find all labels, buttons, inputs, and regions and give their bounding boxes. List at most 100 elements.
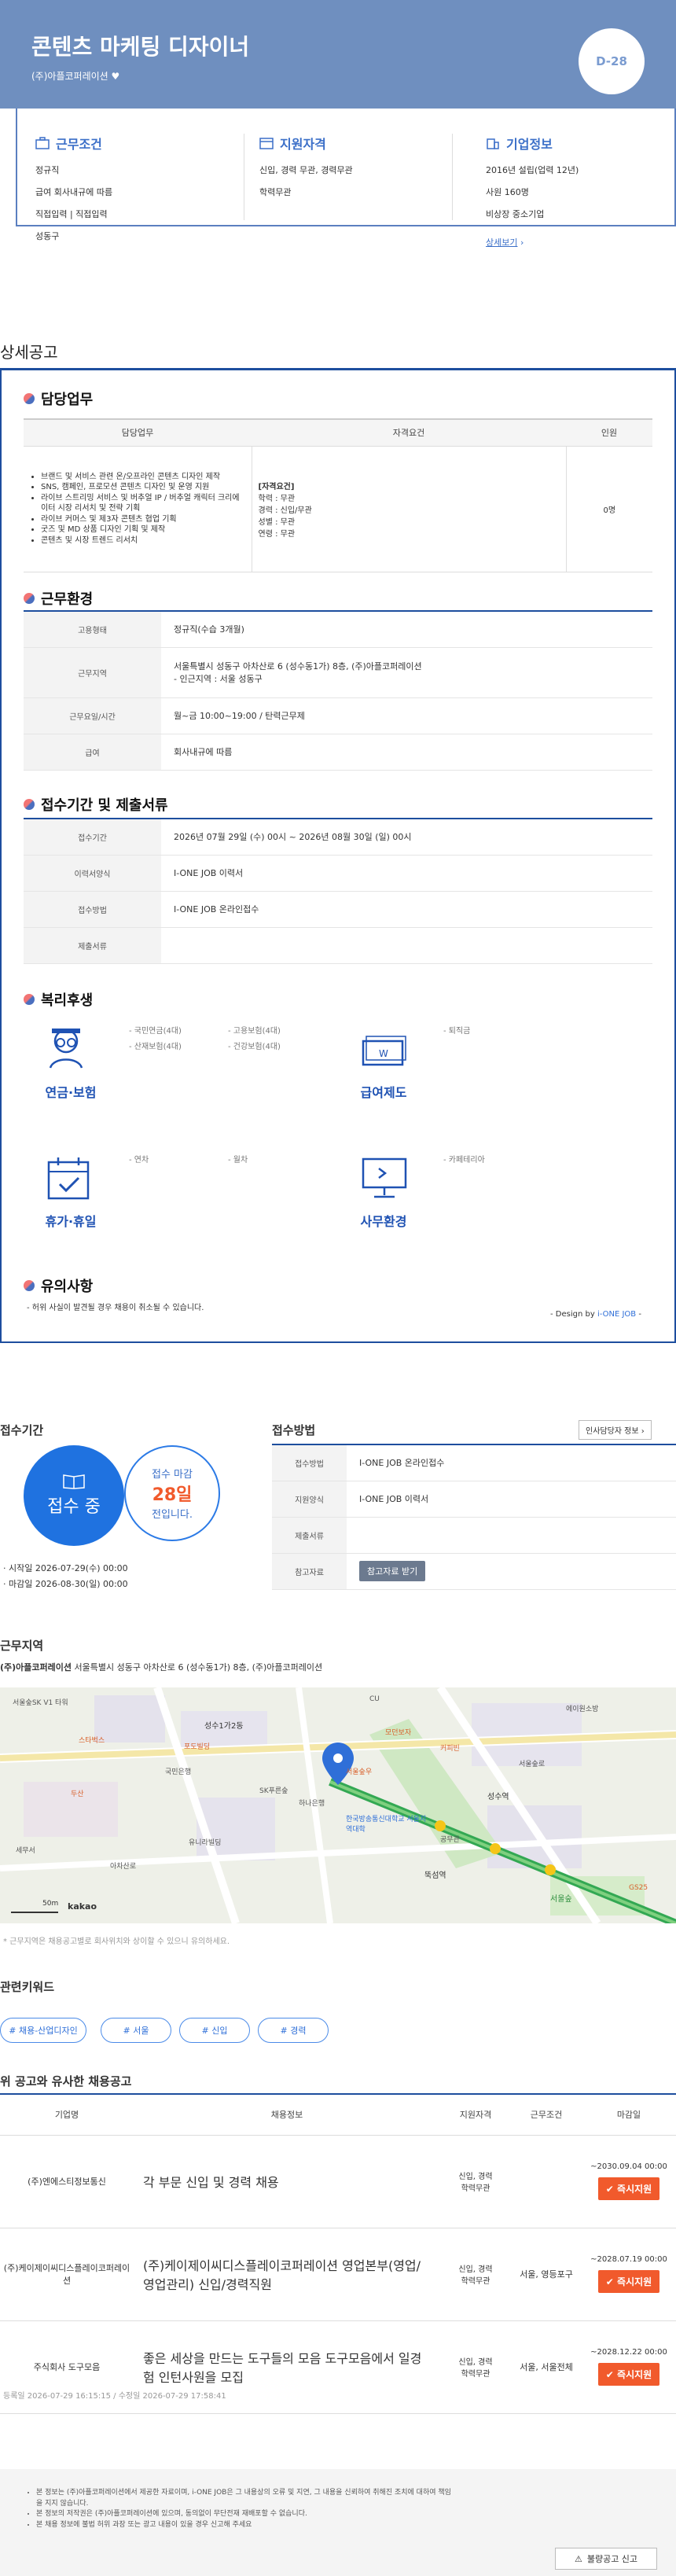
chevron-right-icon: ›: [520, 237, 524, 248]
receipt-label: 접수방법: [24, 891, 161, 928]
duty-cell: 브랜드 및 서비스 관련 온/오프라인 콘텐츠 디자인 제작 SNS, 캠페인,…: [24, 446, 252, 572]
status-text: 접수 중: [47, 1497, 101, 1517]
monitor-icon: [360, 1156, 409, 1202]
similar-deadline: ~2030.09.04 00:00: [590, 2162, 667, 2171]
welfare-item: - 카페테리아: [443, 1156, 485, 1165]
company-employees: 사원 160명: [486, 187, 529, 197]
env-label: 고용형태: [24, 611, 161, 648]
map-canvas: [0, 1687, 676, 1923]
conditions-title: 근무조건: [56, 137, 102, 152]
map-label: 하나은행: [299, 1800, 325, 1808]
map-logo: kakao: [68, 1901, 97, 1912]
company-info-title: 기업정보: [506, 137, 553, 152]
headcount: 0명: [566, 446, 652, 572]
siren-icon: ⚠: [574, 2553, 582, 2564]
map-label: 성수1가2동: [204, 1722, 244, 1731]
download-reference-button[interactable]: 참고자료 받기: [359, 1561, 426, 1581]
duty-table: 담당업무자격요건인원 브랜드 및 서비스 관련 온/오프라인 콘텐츠 디자인 제…: [24, 418, 652, 572]
location-note: * 근무지역은 채용공고별로 회사위치와 상이할 수 있으니 유의하세요.: [3, 1938, 230, 1946]
method-value: I-ONE JOB 온라인접수: [347, 1444, 676, 1481]
bullet-icon: [24, 593, 35, 604]
company-name[interactable]: (주)아플코퍼레이션 ♥: [31, 69, 119, 83]
apply-now-button[interactable]: ✔ 즉시지원: [597, 2270, 660, 2293]
divider: [452, 134, 453, 220]
check-icon: ✔: [605, 2276, 614, 2287]
cond-header: 근무조건: [511, 2094, 582, 2136]
report-button[interactable]: ⚠ 불량공고 신고: [555, 2548, 657, 2570]
receipt-label: 이력서양식: [24, 855, 161, 892]
keyword-tag[interactable]: # 채용-산업디자인: [0, 2018, 86, 2043]
company-founded: 2016년 설립(업력 12년): [486, 165, 579, 175]
map-label: 스타벅스: [79, 1737, 105, 1745]
qual-item: 연령 : 무관: [258, 529, 296, 539]
env-value: 서울특별시 성동구 아차산로 6 (성수동1가) 8층, (주)아플코퍼레이션 -…: [161, 647, 652, 698]
education-requirement: 학력무관: [259, 187, 292, 197]
qual-cell: [자격요건] 학력 : 무관 경력 : 신입/무관 성별 : 무관 연령 : 무…: [251, 446, 567, 572]
bullet-icon: [24, 1280, 35, 1291]
map-label: 아차산로: [110, 1863, 137, 1871]
apply-now-button[interactable]: ✔ 즉시지원: [597, 2363, 660, 2386]
deadline-circle: 접수 마감 28일 전입니다.: [124, 1445, 220, 1541]
location-address: (주)아플코퍼레이션 서울특별시 성동구 아차산로 6 (성수동1가) 8층, …: [0, 1662, 323, 1673]
map-label: 커피빈: [440, 1745, 460, 1753]
receipt-value: [161, 927, 652, 964]
insurance-icon: [41, 1025, 91, 1072]
address-line: 서울특별시 성동구 아차산로 6 (성수동1가) 8층, (주)아플코퍼레이션: [174, 661, 422, 672]
similar-job-title[interactable]: 각 부문 신입 및 경력 채용: [134, 2135, 440, 2228]
similar-cond: 서울, 서울전체: [511, 2320, 582, 2414]
duty-item: 라이브 커머스 및 제3자 콘텐츠 협업 기획: [41, 514, 245, 525]
welfare-item: - 고용보험(4대): [228, 1027, 281, 1036]
map-label: 세무서: [16, 1847, 35, 1855]
notice-line: 본 정보의 저작권은 (주)아플코퍼레이션에 있으며, 동의없이 무단전재 재배…: [36, 2509, 453, 2520]
map-label: 유니라빌딩: [189, 1839, 222, 1847]
heart-icon[interactable]: ♥: [112, 71, 120, 82]
welfare-item: - 건강보험(4대): [228, 1043, 281, 1051]
conditions-block: 근무조건 정규직 급여 회사내규에 따름 직접입력 | 직접입력 성동구: [35, 134, 232, 252]
map-label: SK푸른숲: [259, 1787, 288, 1795]
similar-company[interactable]: (주)엔에스티정보통신: [0, 2135, 134, 2228]
keyword-tag[interactable]: # 서울: [101, 2018, 171, 2043]
map-label: 서울숲: [550, 1895, 572, 1904]
company-detail-link[interactable]: 상세보기: [486, 237, 517, 248]
environment-heading: 근무환경: [24, 588, 93, 609]
bullet-icon: [24, 994, 35, 1005]
map-label: GS25: [629, 1884, 648, 1892]
env-value: 회사내규에 따름: [161, 734, 652, 771]
apply-now-button[interactable]: ✔ 즉시지원: [597, 2177, 660, 2200]
bullet-icon: [24, 393, 35, 404]
method-label: 참고자료: [272, 1553, 347, 1590]
similar-job-title[interactable]: (주)케이제이씨디스플레이코퍼레이션 영업본부(영업/영업관리) 신입/경력직원: [134, 2228, 440, 2321]
duty-heading: 담당업무: [24, 388, 93, 409]
table-row: (주)케이제이씨디스플레이코퍼레이션 (주)케이제이씨디스플레이코퍼레이션 영업…: [0, 2228, 676, 2321]
contact-button[interactable]: 인사담당자 정보 ›: [579, 1420, 652, 1440]
location-map[interactable]: 서울숲SK V1 타워 성수1가2동 포도빌딩 국민은행 SK푸른숲 두산 성수…: [0, 1687, 676, 1923]
duty-item: 라이브 스트리밍 서비스 및 버추얼 IP / 버추얼 캐릭터 크리에이터 시장…: [41, 493, 245, 514]
company-type: 비상장 중소기업: [486, 209, 545, 219]
map-label: 성수역: [487, 1793, 509, 1801]
notice-line: 본 채용 정보에 불법 허위 과장 또는 광고 내용이 있을 경우 신고해 주세…: [36, 2520, 453, 2531]
company-info-block: 기업정보 2016년 설립(업력 12년) 사원 160명 비상장 중소기업 상…: [486, 134, 667, 258]
calendar-icon: [259, 138, 274, 149]
similar-deadline: ~2028.07.19 00:00: [590, 2255, 667, 2264]
similar-deadline: ~2028.12.22 00:00: [590, 2348, 667, 2357]
building-icon: [487, 138, 499, 149]
check-icon: ✔: [605, 2369, 614, 2380]
receipt-table: 접수기간 2026년 07월 29일 (수) 00시 ~ 2026년 08월 30…: [24, 818, 652, 964]
map-label: 포도빌딩: [184, 1743, 211, 1751]
qual-item: 학력 : 무관: [258, 494, 296, 503]
map-scale: 50m: [42, 1900, 59, 1908]
similar-company[interactable]: (주)케이제이씨디스플레이코퍼레이션: [0, 2228, 134, 2321]
method-label: 제출서류: [272, 1517, 347, 1554]
map-label: 서울숲우: [346, 1768, 373, 1776]
method-value: [347, 1517, 676, 1554]
caution-heading: 유의사항: [24, 1275, 93, 1296]
keyword-tag[interactable]: # 신입: [179, 2018, 250, 2043]
map-label: 공무관: [440, 1836, 460, 1844]
chevron-right-icon: ›: [641, 1427, 645, 1436]
start-date: · 시작일 2026-07-29(수) 00:00: [3, 1563, 128, 1573]
career-requirement: 신입, 경력 무관, 경력무관: [259, 165, 353, 175]
duty-item: 브랜드 및 서비스 관련 온/오프라인 콘텐츠 디자인 제작: [41, 472, 245, 483]
map-label: 한국방송통신대학교 서울지역대학: [346, 1816, 427, 1834]
keyword-tag[interactable]: # 경력: [258, 2018, 329, 2043]
status-circle: 접수 중: [24, 1445, 124, 1546]
